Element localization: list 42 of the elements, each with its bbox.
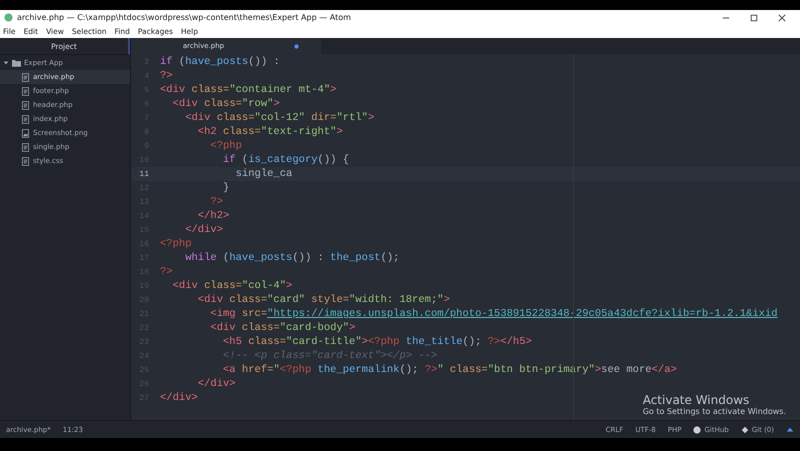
- code-line: <?php: [209, 140, 242, 152]
- code-line: ?>: [160, 70, 173, 82]
- git-icon: [740, 426, 749, 434]
- activation-text: Go to Settings to activate Windows.: [642, 407, 786, 416]
- code-line: <?php: [160, 238, 192, 250]
- image-file-icon: [22, 128, 29, 138]
- file-icon: [22, 156, 29, 166]
- code-line: <a href="<?php the_permalink(); ?>" class="btn btn-primary">see more</a>: [222, 364, 677, 376]
- code-line: <div class="container mt-4">: [160, 84, 336, 96]
- code-line: </div>: [196, 378, 236, 390]
- file-icon: [22, 142, 29, 152]
- code-line: <h5 class="card-title"><?php the_title(); ?></h5>: [222, 336, 532, 348]
- code-line: <!-- <p class="card-text"></p> -->: [222, 350, 438, 362]
- code-line: if (is_category()) {: [222, 154, 350, 166]
- update-icon[interactable]: [786, 426, 794, 434]
- file-icon: [22, 86, 29, 96]
- maximize-icon[interactable]: [750, 14, 758, 22]
- file-icon: [22, 72, 29, 82]
- code-line: </div>: [160, 392, 198, 404]
- code-line: <div class="col-4">: [172, 280, 292, 292]
- code-line: single_ca: [234, 168, 292, 180]
- window-title: archive.php — C:\xampp\htdocs\wordpress\wp-content\themes\Expert App — Atom: [17, 13, 351, 22]
- code-line: <div class="col-12" dir="rtl">: [184, 112, 374, 124]
- code-line: ?>: [160, 266, 173, 278]
- code-line: }: [222, 182, 230, 194]
- code-line: <img src="https://images.unsplash.com/photo-1538915228348-29c05a43dcfe?ixlib=rb-1.2.1&ixid: [209, 308, 778, 320]
- file-icon: [22, 100, 29, 110]
- line-number: 11: [138, 170, 149, 178]
- code-line: ?>: [209, 196, 224, 208]
- close-icon[interactable]: [778, 14, 786, 22]
- code-line: <div class="card-body">: [209, 322, 356, 334]
- code-line: <div class="card" style="width: 18rem;">: [196, 294, 450, 306]
- code-line: <div class="row">: [172, 98, 280, 110]
- activation-title: Activate Windows: [642, 393, 750, 407]
- file-icon: [22, 114, 29, 124]
- code-line: if (have_posts()) :: [160, 56, 280, 68]
- code-line: </h2>: [196, 210, 230, 222]
- chevron-icon: [3, 60, 9, 66]
- code-line: while (have_posts()) : the_post();: [184, 252, 400, 264]
- folder-icon: [12, 58, 21, 66]
- code-line: </div>: [184, 224, 224, 236]
- code-line: <h2 class="text-right">: [196, 126, 343, 138]
